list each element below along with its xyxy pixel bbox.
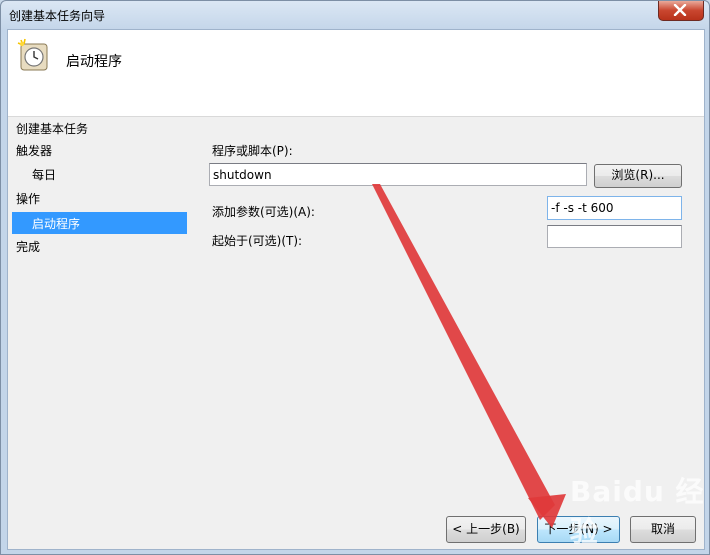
program-label: 程序或脚本(P):: [212, 144, 293, 158]
sidebar-item-action[interactable]: 操作: [16, 190, 40, 207]
start-in-label: 起始于(可选)(T):: [212, 234, 303, 248]
sidebar-item-daily[interactable]: 每日: [32, 166, 56, 183]
sidebar-item-trigger[interactable]: 触发器: [16, 142, 52, 159]
wizard-header: 启动程序: [8, 30, 704, 117]
args-input[interactable]: [547, 196, 682, 220]
sidebar-item-finish[interactable]: 完成: [16, 238, 40, 255]
sidebar-heading: 创建基本任务: [16, 122, 89, 136]
client-area: 启动程序 创建基本任务 触发器 每日 操作 启动程序 完成 程序或脚本(P): …: [7, 29, 705, 550]
program-input[interactable]: [209, 163, 587, 186]
window-title: 创建基本任务向导: [9, 9, 106, 23]
args-label: 添加参数(可选)(A):: [212, 205, 315, 219]
start-in-input[interactable]: [547, 225, 682, 248]
wizard-window: 创建基本任务向导 启动程序 创建基本任务 触发器 每日 操作 启动程序 完成 程…: [0, 0, 710, 555]
close-icon: [673, 4, 687, 16]
sidebar-item-label: 启动程序: [32, 217, 81, 231]
sidebar-item-start-program[interactable]: 启动程序: [12, 212, 187, 234]
browse-button[interactable]: 浏览(R)...: [594, 164, 682, 188]
cancel-button[interactable]: 取消: [630, 516, 696, 543]
page-title: 启动程序: [66, 54, 122, 70]
title-bar[interactable]: 创建基本任务向导: [1, 1, 709, 29]
next-button[interactable]: 下一步(N) >: [537, 516, 620, 543]
back-button[interactable]: < 上一步(B): [446, 516, 526, 543]
close-button[interactable]: [658, 1, 704, 21]
clock-task-icon: [17, 38, 48, 71]
